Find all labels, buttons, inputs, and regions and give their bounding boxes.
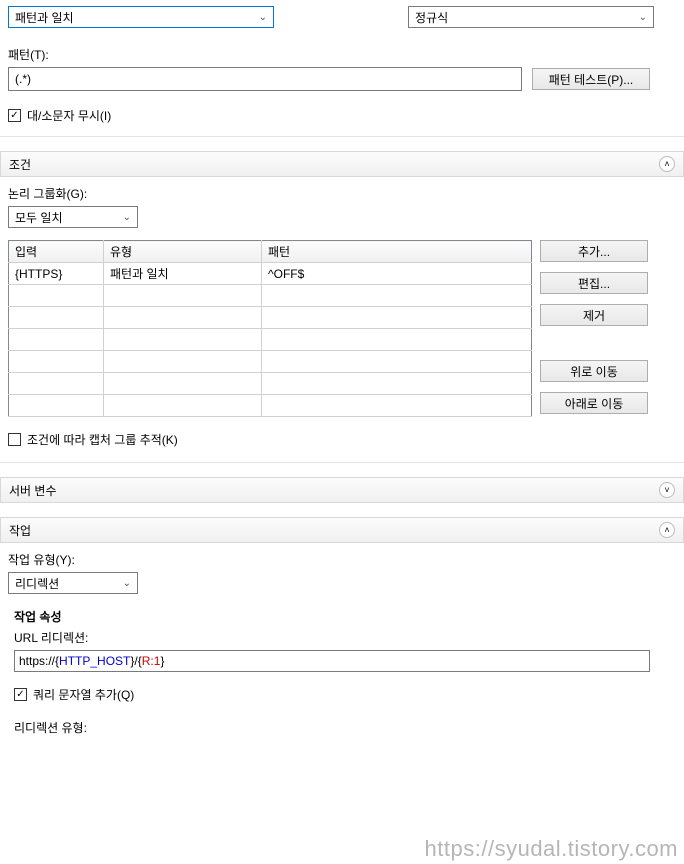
table-row[interactable] (9, 395, 532, 417)
pattern-test-button[interactable]: 패턴 테스트(P)... (532, 68, 650, 90)
server-vars-header: 서버 변수 ˅ (0, 477, 684, 503)
collapse-icon[interactable]: ˄ (659, 522, 675, 538)
table-row[interactable] (9, 351, 532, 373)
action-type-label: 작업 유형(Y): (8, 551, 676, 568)
url-redirect-label: URL 리디렉션: (14, 629, 676, 646)
table-row[interactable] (9, 285, 532, 307)
logic-group-label: 논리 그룹화(G): (8, 185, 676, 202)
col-input[interactable]: 입력 (9, 241, 104, 263)
action-type-select[interactable]: 리디렉션 ⌄ (8, 572, 138, 594)
action-header: 작업 ˄ (0, 517, 684, 543)
watermark: https://syudal.tistory.com (425, 836, 678, 862)
pattern-input[interactable] (8, 67, 522, 91)
conditions-header: 조건 ˄ (0, 151, 684, 177)
ignore-case-label: 대/소문자 무시(I) (27, 107, 111, 124)
col-type[interactable]: 유형 (104, 241, 262, 263)
append-query-label: 쿼리 문자열 추가(Q) (33, 686, 134, 703)
table-row[interactable] (9, 373, 532, 395)
table-row[interactable] (9, 307, 532, 329)
match-mode-select[interactable]: 패턴과 일치 ⌄ (8, 6, 274, 28)
pattern-label: 패턴(T): (8, 46, 676, 63)
logic-group-value: 모두 일치 (15, 209, 63, 226)
track-capture-checkbox[interactable] (8, 433, 21, 446)
conditions-title: 조건 (9, 156, 31, 173)
ignore-case-checkbox[interactable] (8, 109, 21, 122)
chevron-down-icon: ⌄ (639, 12, 647, 23)
move-up-button[interactable]: 위로 이동 (540, 360, 648, 382)
table-row[interactable]: {HTTPS}패턴과 일치^OFF$ (9, 263, 532, 285)
chevron-down-icon: ⌄ (123, 212, 131, 223)
add-button[interactable]: 추가... (540, 240, 648, 262)
move-down-button[interactable]: 아래로 이동 (540, 392, 648, 414)
conditions-table[interactable]: 입력 유형 패턴 {HTTPS}패턴과 일치^OFF$ (8, 240, 532, 417)
logic-group-select[interactable]: 모두 일치 ⌄ (8, 206, 138, 228)
col-pattern[interactable]: 패턴 (262, 241, 532, 263)
server-vars-title: 서버 변수 (9, 482, 57, 499)
track-capture-label: 조건에 따라 캡처 그룹 추적(K) (27, 431, 178, 448)
match-mode-value: 패턴과 일치 (15, 9, 74, 26)
chevron-down-icon: ⌄ (259, 12, 267, 23)
remove-button[interactable]: 제거 (540, 304, 648, 326)
regex-mode-value: 정규식 (415, 9, 448, 26)
expand-icon[interactable]: ˅ (659, 482, 675, 498)
action-type-value: 리디렉션 (15, 575, 59, 592)
table-row[interactable] (9, 329, 532, 351)
append-query-checkbox[interactable] (14, 688, 27, 701)
url-redirect-input[interactable]: https://{HTTP_HOST}/{R:1} (14, 650, 650, 672)
action-title: 작업 (9, 522, 31, 539)
chevron-down-icon: ⌄ (123, 578, 131, 589)
regex-mode-select[interactable]: 정규식 ⌄ (408, 6, 654, 28)
edit-button[interactable]: 편집... (540, 272, 648, 294)
redirect-type-label: 리디렉션 유형: (14, 719, 676, 736)
action-props-label: 작업 속성 (14, 608, 676, 625)
url-redirect-value: https://{HTTP_HOST}/{R:1} (19, 651, 645, 671)
collapse-icon[interactable]: ˄ (659, 156, 675, 172)
